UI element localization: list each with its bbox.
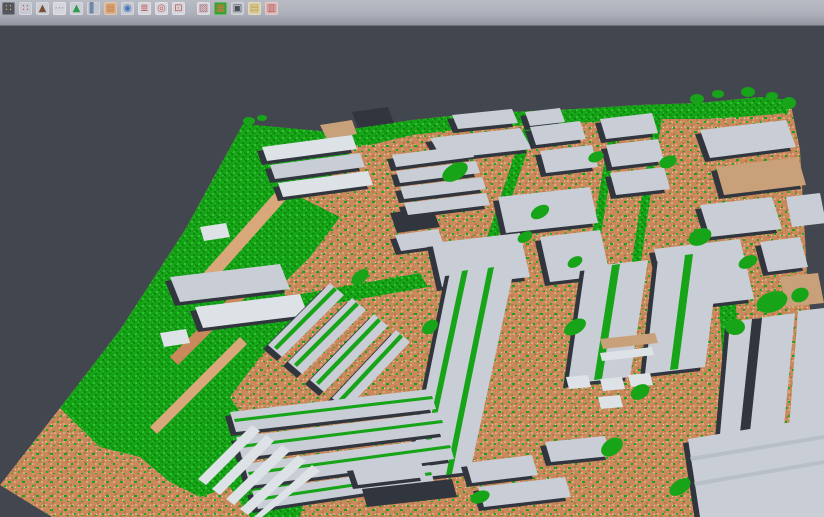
tree-blob: [712, 90, 724, 98]
tree-blob: [766, 92, 778, 100]
clip-box-icon[interactable]: ⊡: [172, 2, 185, 15]
toolbar: ∷ ∷ ▲ ⋯ ▲ ▌ ▦ ◉ ≣ ◎ ⊡ ▨ ▦ ▣ ▤ ▥: [0, 0, 824, 26]
classify-points-icon[interactable]: ∷: [19, 2, 32, 15]
scene-root: [0, 87, 824, 517]
profile-view-icon[interactable]: ▌: [87, 2, 100, 15]
small-structure: [566, 375, 591, 389]
scene-svg: [0, 27, 824, 517]
duplicate-layers-icon[interactable]: ▤: [248, 2, 261, 15]
tree-blob: [690, 94, 704, 104]
small-structure: [598, 395, 623, 409]
tree-blob: [257, 115, 267, 121]
small-structure: [600, 377, 625, 391]
building-roof: [760, 237, 808, 272]
viewport-3d[interactable]: [0, 27, 824, 517]
toolbar-separator: [189, 2, 197, 15]
tree-blob: [741, 87, 755, 97]
tree-blob: [782, 97, 796, 109]
export-report-icon[interactable]: ▥: [265, 2, 278, 15]
building-roof: [786, 193, 824, 227]
terrain-ground-icon[interactable]: ▲: [36, 2, 49, 15]
point-cloud-icon[interactable]: ∷: [2, 2, 15, 15]
table-list-icon[interactable]: ≣: [138, 2, 151, 15]
noise-points-icon[interactable]: ⋯: [53, 2, 66, 15]
app-window: ∷ ∷ ▲ ⋯ ▲ ▌ ▦ ◉ ≣ ◎ ⊡ ▨ ▦ ▣ ▤ ▥: [0, 0, 824, 517]
tree-blob: [243, 117, 255, 125]
selection-circle-icon[interactable]: ◎: [155, 2, 168, 15]
classified-raster-icon[interactable]: ▦: [214, 2, 227, 15]
coordinate-globe-icon[interactable]: ◉: [121, 2, 134, 15]
raster-grid-icon[interactable]: ▨: [197, 2, 210, 15]
tree-blob: [725, 319, 745, 335]
vegetation-icon[interactable]: ▲: [70, 2, 83, 15]
snapshot-camera-icon[interactable]: ▣: [231, 2, 244, 15]
dsm-grid-icon[interactable]: ▦: [104, 2, 117, 15]
